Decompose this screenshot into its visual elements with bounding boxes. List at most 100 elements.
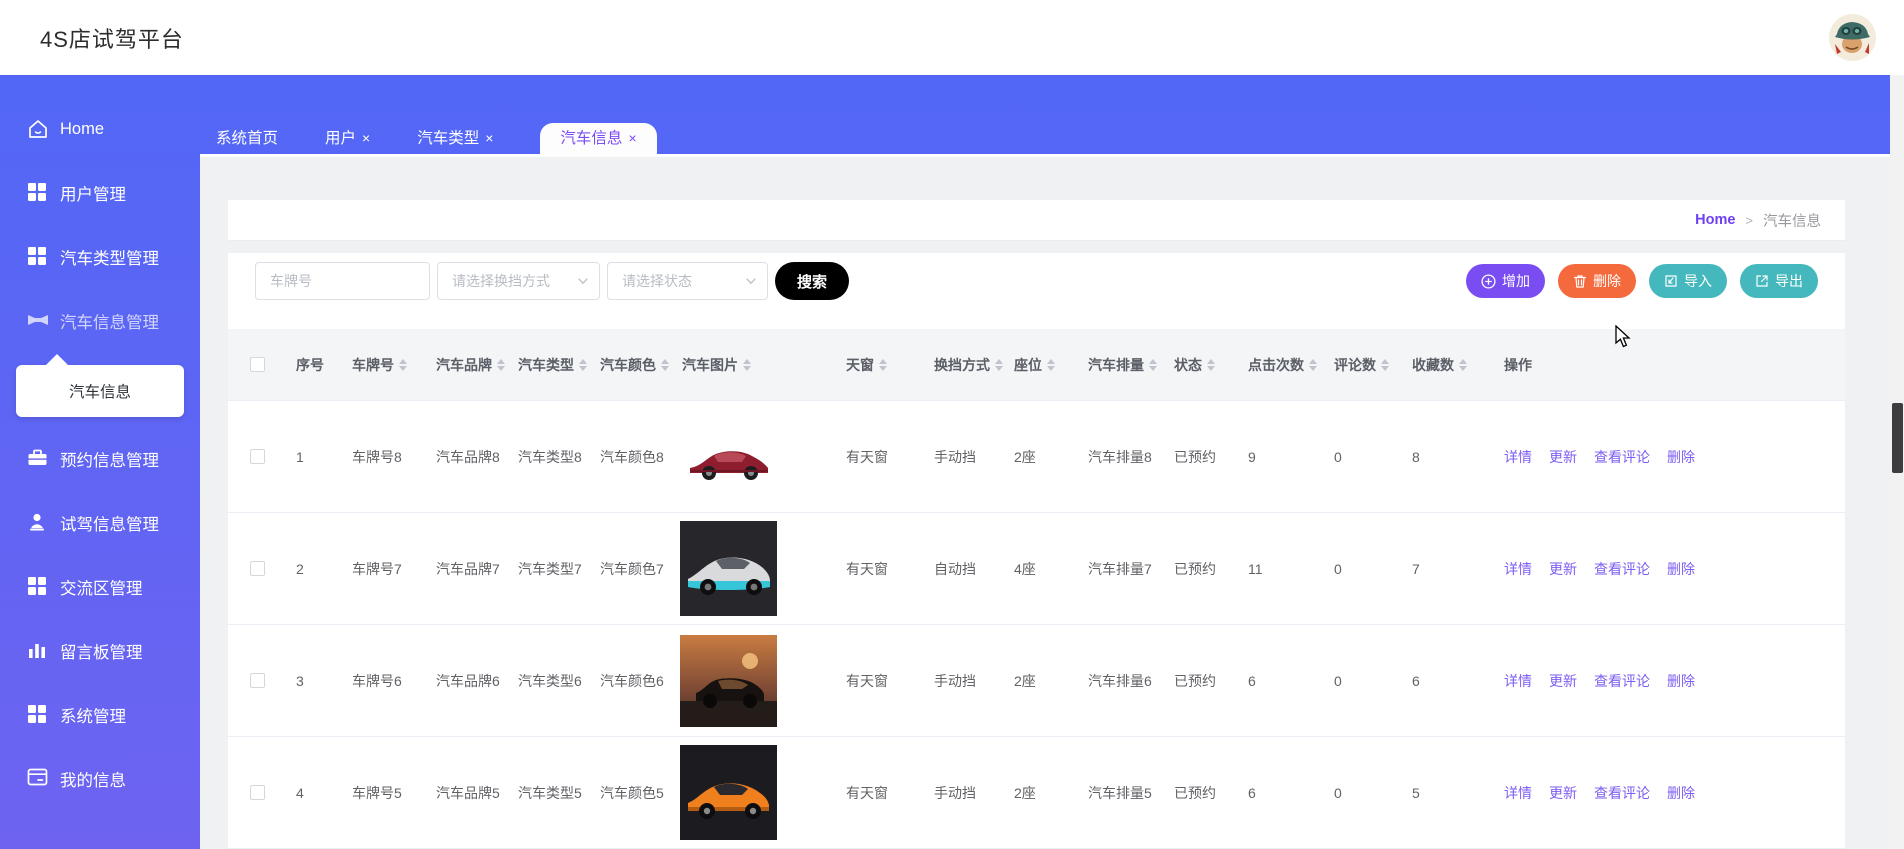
car-photo[interactable] <box>680 745 777 840</box>
column-header-label: 汽车品牌 <box>436 356 492 373</box>
tab-1[interactable]: 用户 × <box>325 123 370 154</box>
sidebar-item-7[interactable]: 留言板管理 <box>0 619 200 683</box>
breadcrumb-home-link[interactable]: Home <box>1695 212 1735 228</box>
row-action-view-comments[interactable]: 查看评论 <box>1594 670 1650 692</box>
column-header-12: 评论数 <box>1324 355 1402 375</box>
row-action-update[interactable]: 更新 <box>1549 446 1577 468</box>
tab-close-icon[interactable]: × <box>485 130 493 146</box>
sort-caret-icon[interactable] <box>1207 358 1215 371</box>
sidebar-item-3[interactable]: 汽车信息管理 <box>0 289 200 353</box>
export-button[interactable]: 导出 <box>1740 264 1818 298</box>
car-photo[interactable] <box>680 521 777 616</box>
delete-button[interactable]: 删除 <box>1558 264 1636 298</box>
cell-plate: 车牌号5 <box>352 784 402 801</box>
cell-index: 3 <box>296 672 304 689</box>
submenu-arrow <box>46 354 68 365</box>
sort-caret-icon[interactable] <box>661 358 669 371</box>
gear-mode-select[interactable]: 请选择换挡方式 <box>437 262 600 300</box>
sort-caret-icon[interactable] <box>1149 358 1157 371</box>
sidebar-item-6[interactable]: 交流区管理 <box>0 555 200 619</box>
row-action-detail[interactable]: 详情 <box>1504 670 1532 692</box>
row-action-delete[interactable]: 删除 <box>1667 670 1695 692</box>
select-all-checkbox[interactable] <box>249 357 265 372</box>
cell-favorites: 8 <box>1412 448 1420 465</box>
row-action-update[interactable]: 更新 <box>1549 782 1577 804</box>
tab-0[interactable]: 系统首页 <box>216 123 278 154</box>
cell-gear: 手动挡 <box>934 672 976 689</box>
row-action-view-comments[interactable]: 查看评论 <box>1594 446 1650 468</box>
add-button[interactable]: 增加 <box>1466 264 1545 298</box>
scrollbar-thumb[interactable] <box>1892 403 1903 473</box>
cell-status: 已预约 <box>1174 784 1216 801</box>
user-avatar[interactable] <box>1829 14 1876 61</box>
row-action-view-comments[interactable]: 查看评论 <box>1594 558 1650 580</box>
tab-close-icon[interactable]: × <box>362 130 370 146</box>
row-action-delete[interactable]: 删除 <box>1667 782 1695 804</box>
cell-comments: 0 <box>1334 448 1342 465</box>
sort-caret-icon[interactable] <box>1459 358 1467 371</box>
sort-caret-icon[interactable] <box>1047 358 1055 371</box>
tab-3[interactable]: 汽车信息 × <box>540 123 657 154</box>
sort-caret-icon[interactable] <box>995 358 1003 371</box>
tab-close-icon[interactable]: × <box>628 130 636 146</box>
sidebar-item-9[interactable]: 我的信息 <box>0 747 200 811</box>
table-body: 1 车牌号8 汽车品牌8 汽车类型8 汽车颜色8 有天窗 手动挡 2座 汽车排量8 已预约 9 0 8 详… <box>228 401 1845 849</box>
import-button[interactable]: 导入 <box>1649 264 1727 298</box>
row-action-view-comments[interactable]: 查看评论 <box>1594 782 1650 804</box>
vertical-scrollbar <box>1890 75 1904 849</box>
car-photo[interactable] <box>680 634 777 727</box>
cell-plate: 车牌号8 <box>352 448 402 465</box>
cell-sunroof: 有天窗 <box>846 672 888 689</box>
sidebar-item-2[interactable]: 汽车类型管理 <box>0 225 200 289</box>
row-checkbox[interactable] <box>249 561 265 576</box>
row-action-update[interactable]: 更新 <box>1549 558 1577 580</box>
sidebar-item-label: 预约信息管理 <box>60 452 159 470</box>
sort-caret-icon[interactable] <box>879 358 887 371</box>
row-action-detail[interactable]: 详情 <box>1504 782 1532 804</box>
car-photo-cell <box>672 634 836 727</box>
row-action-delete[interactable]: 删除 <box>1667 558 1695 580</box>
sidebar-item-8[interactable]: 系统管理 <box>0 683 200 747</box>
column-header-label: 序号 <box>296 356 324 373</box>
column-header-label: 换挡方式 <box>934 356 990 373</box>
briefcase-icon <box>27 448 49 470</box>
sidebar-submenu-item[interactable]: 汽车信息 <box>16 354 184 417</box>
row-action-detail[interactable]: 详情 <box>1504 446 1532 468</box>
status-select[interactable]: 请选择状态 <box>607 262 768 300</box>
column-header-label: 收藏数 <box>1412 356 1454 373</box>
chevron-down-icon <box>745 275 757 287</box>
sort-caret-icon[interactable] <box>1309 358 1317 371</box>
cell-brand: 汽车品牌6 <box>436 672 500 689</box>
plate-search-input[interactable] <box>255 262 430 300</box>
sort-caret-icon[interactable] <box>743 358 751 371</box>
header-checkbox-cell <box>228 357 286 372</box>
sidebar-item-5[interactable]: 试驾信息管理 <box>0 491 200 555</box>
sidebar-item-4[interactable]: 预约信息管理 <box>0 427 200 491</box>
row-action-detail[interactable]: 详情 <box>1504 558 1532 580</box>
app-body: Home 用户管理 汽车类型管理 汽车信息管理 汽车信息 预约信息管理 试驾信息管理 交流区管… <box>0 75 1904 849</box>
car-photo[interactable] <box>680 427 776 486</box>
sort-caret-icon[interactable] <box>497 358 505 371</box>
main-content: Home > 汽车信息 请选择换挡方式 请选择状态 <box>200 157 1904 849</box>
row-checkbox[interactable] <box>249 785 265 800</box>
tab-2[interactable]: 汽车类型 × <box>417 123 493 154</box>
sidebar-item-1[interactable]: 用户管理 <box>0 161 200 225</box>
cell-color: 汽车颜色7 <box>600 560 664 577</box>
cell-index: 1 <box>296 448 304 465</box>
cars-table: 序号 车牌号 汽车品牌 汽车类型 汽车颜色 汽车图片 天窗 换挡方式 座位 汽车排量 状态 点击次数 评… <box>228 329 1845 849</box>
row-action-update[interactable]: 更新 <box>1549 670 1577 692</box>
column-header-label: 车牌号 <box>352 356 394 373</box>
sidebar-item-label: 试驾信息管理 <box>60 516 159 534</box>
cell-seats: 4座 <box>1014 560 1036 577</box>
delete-button-label: 删除 <box>1593 273 1621 289</box>
search-button[interactable]: 搜索 <box>775 262 849 300</box>
sidebar-item-0[interactable]: Home <box>0 97 200 161</box>
row-checkbox[interactable] <box>249 673 265 688</box>
row-checkbox[interactable] <box>249 449 265 464</box>
sort-caret-icon[interactable] <box>399 358 407 371</box>
table-row: 2 车牌号7 汽车品牌7 汽车类型7 汽车颜色7 有天窗 自动挡 4座 汽车排量7 已预约 11 0 7… <box>228 513 1845 625</box>
cell-displacement: 汽车排量5 <box>1088 784 1152 801</box>
row-action-delete[interactable]: 删除 <box>1667 446 1695 468</box>
sort-caret-icon[interactable] <box>579 358 587 371</box>
sort-caret-icon[interactable] <box>1381 358 1389 371</box>
